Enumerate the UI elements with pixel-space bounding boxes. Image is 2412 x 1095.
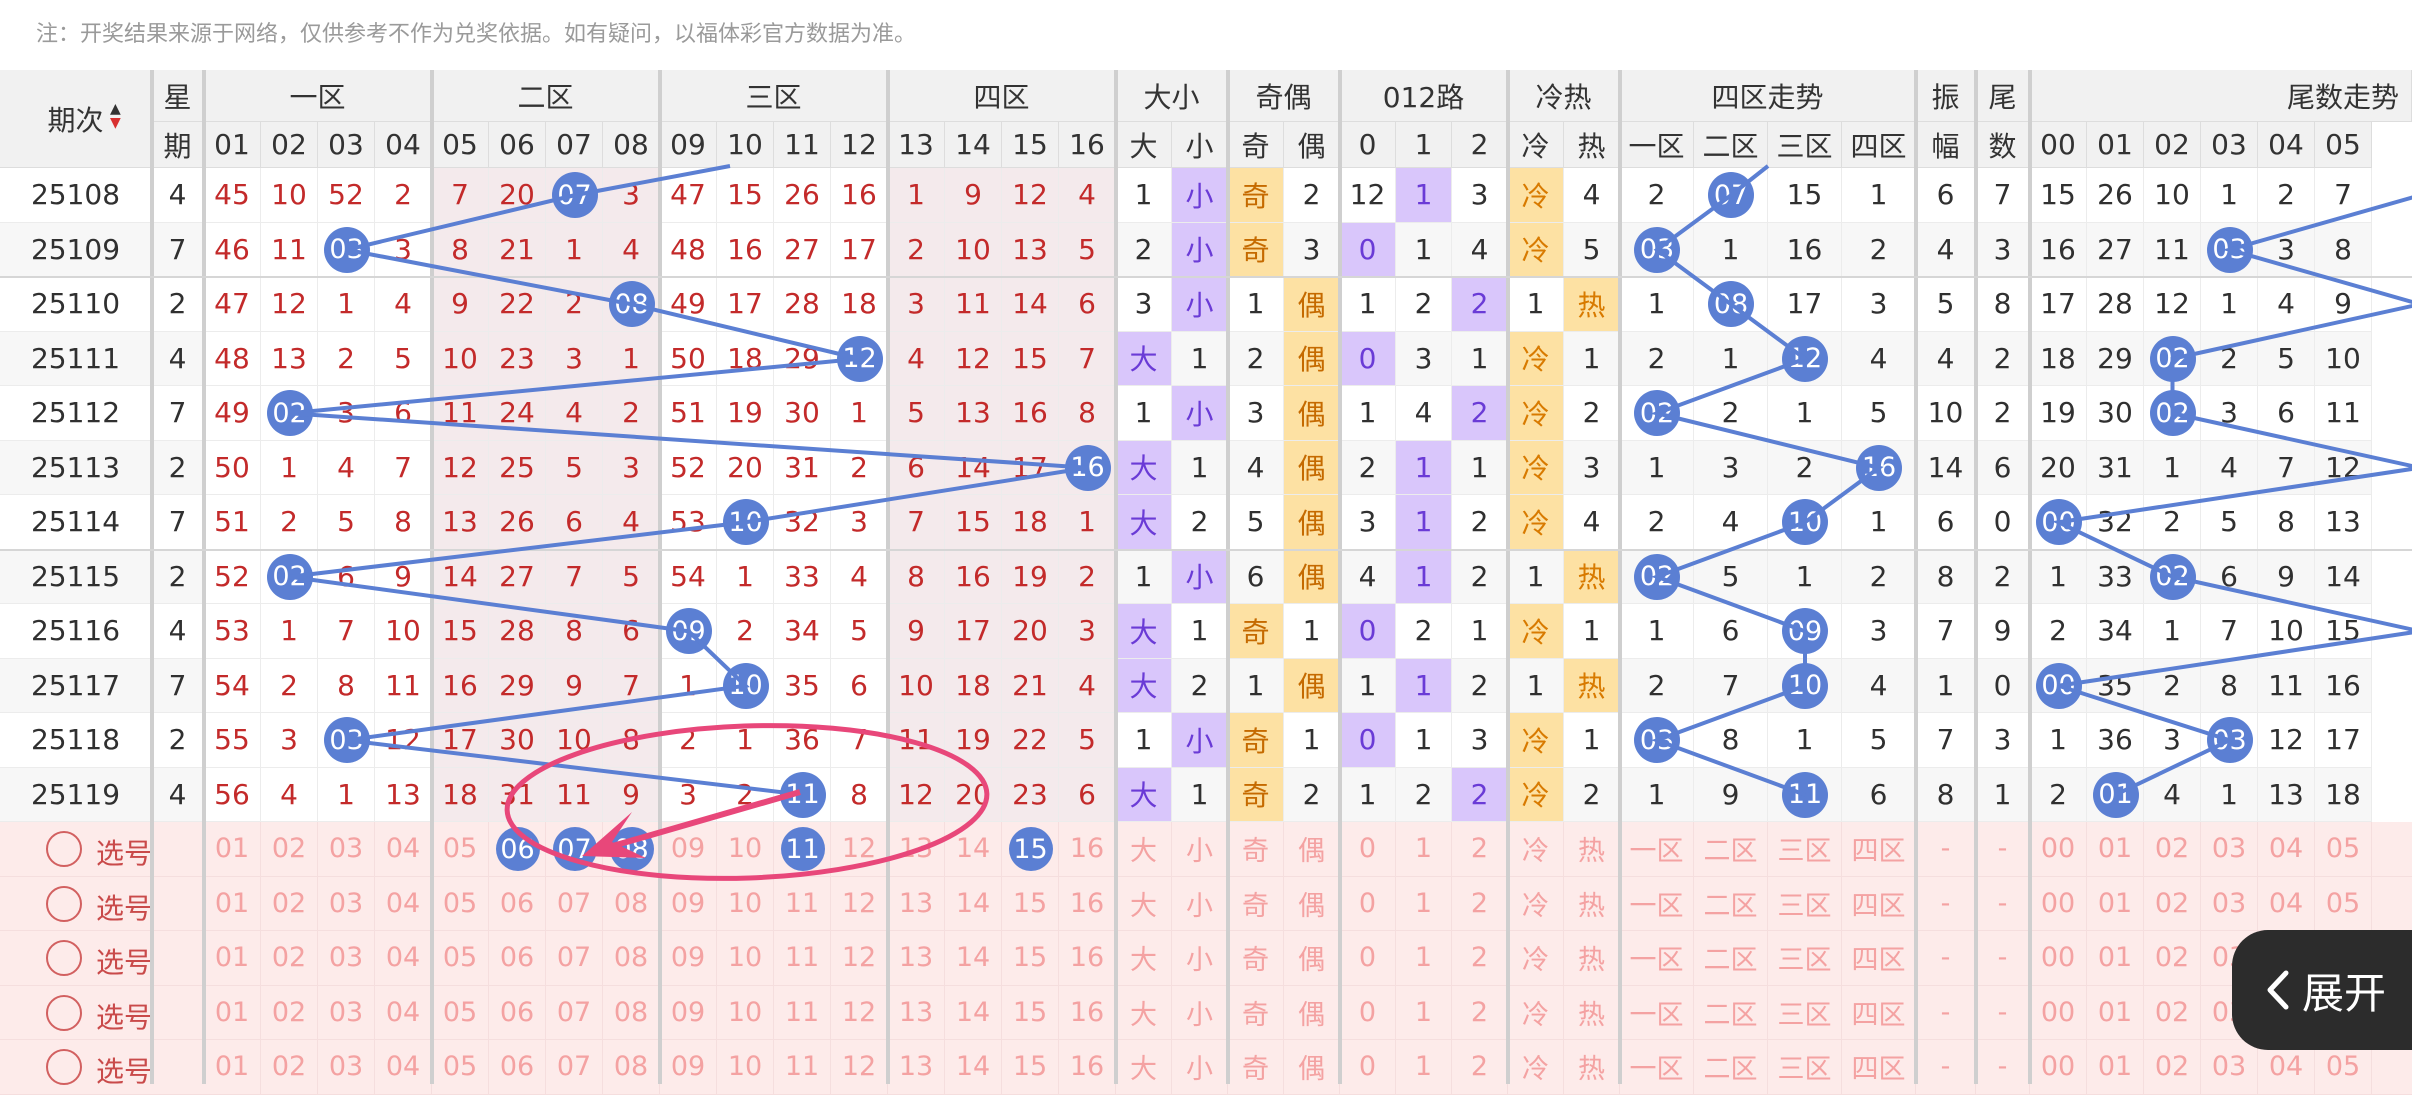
trend-lines-overlay: [0, 0, 2412, 1084]
annotation-arrowhead: [582, 812, 646, 858]
annotation-ellipse: [504, 718, 989, 887]
tail-trend-line: [2059, 195, 2412, 795]
number-trend-line: [290, 166, 1088, 795]
zone-trend-line: [1657, 166, 1879, 795]
